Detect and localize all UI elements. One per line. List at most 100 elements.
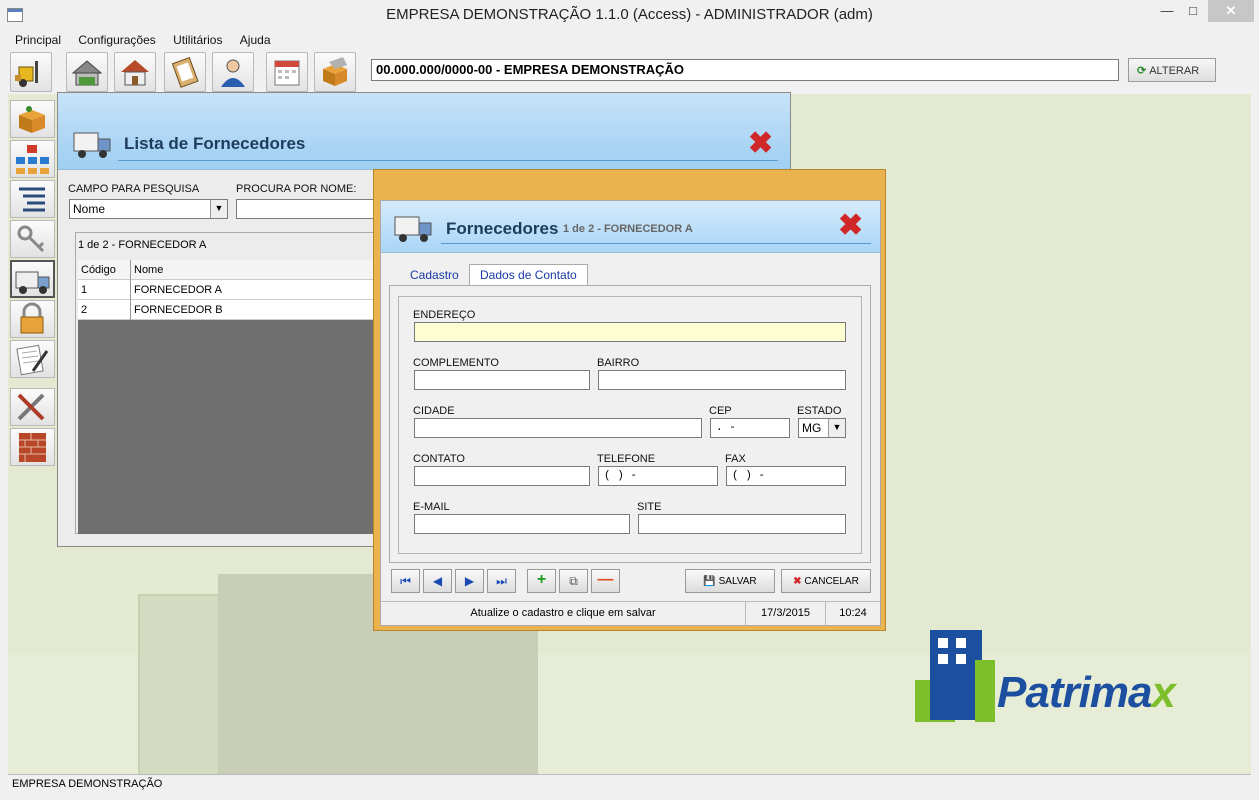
- table-header: Código Nome: [78, 260, 374, 280]
- maximize-button[interactable]: □: [1182, 0, 1204, 22]
- site-input[interactable]: [638, 514, 846, 534]
- estado-select[interactable]: MG ▼: [798, 418, 846, 438]
- documents-button[interactable]: [10, 340, 55, 378]
- save-button[interactable]: 💾 SALVAR: [685, 569, 775, 593]
- menu-utilitarios[interactable]: Utilitários: [166, 31, 229, 49]
- keys-button[interactable]: [10, 220, 55, 258]
- add-record-button[interactable]: +: [527, 569, 556, 593]
- padlock-icon: [20, 302, 44, 334]
- clipboard-button[interactable]: [164, 52, 206, 92]
- tab-dados-contato[interactable]: Dados de Contato: [469, 264, 588, 286]
- lista-close-icon[interactable]: ✖: [748, 129, 773, 159]
- endereco-input[interactable]: [414, 322, 846, 342]
- calendar-button[interactable]: [266, 52, 308, 92]
- minimize-button[interactable]: —: [1156, 0, 1178, 22]
- tab-cadastro[interactable]: Cadastro: [400, 265, 469, 285]
- first-record-button[interactable]: ⏮: [391, 569, 420, 593]
- bairro-input[interactable]: [598, 370, 846, 390]
- close-button[interactable]: ✕: [1208, 0, 1254, 22]
- endereco-label: ENDEREÇO: [413, 309, 476, 321]
- procura-input[interactable]: [236, 199, 376, 219]
- minus-icon: —: [597, 571, 614, 588]
- table-row[interactable]: 2 FORNECEDOR B: [78, 300, 374, 320]
- security-button[interactable]: [10, 300, 55, 338]
- email-label: E-MAIL: [413, 501, 450, 513]
- forklift-button[interactable]: [10, 52, 52, 92]
- menu-configuracoes[interactable]: Configurações: [71, 31, 162, 49]
- plus-icon: +: [536, 571, 547, 588]
- lista-title: Lista de Fornecedores: [124, 134, 306, 153]
- brick-wall-icon: [19, 433, 46, 462]
- fornecedores-header: Fornecedores 1 de 2 - FORNECEDOR A ✖: [381, 201, 880, 253]
- cancel-button[interactable]: ✖ CANCELAR: [781, 569, 871, 593]
- clipboard-icon: [171, 57, 199, 88]
- title-underline: [118, 160, 778, 161]
- contato-input[interactable]: [414, 466, 590, 486]
- chevron-down-icon: ▼: [828, 419, 845, 437]
- cidade-input[interactable]: [414, 418, 702, 438]
- cep-input[interactable]: . -: [710, 418, 790, 438]
- last-icon: ⏭: [496, 574, 507, 588]
- cidade-label: CIDADE: [413, 405, 455, 417]
- fornecedores-subtitle: 1 de 2 - FORNECEDOR A: [563, 223, 693, 235]
- company-field[interactable]: 00.000.000/0000-00 - EMPRESA DEMONSTRAÇÃ…: [371, 59, 1119, 81]
- telefone-input[interactable]: ( ) -: [598, 466, 718, 486]
- status-date: 17/3/2015: [745, 602, 825, 626]
- warehouse-button[interactable]: [66, 52, 108, 92]
- complemento-input[interactable]: [414, 370, 590, 390]
- campo-label: CAMPO PARA PESQUISA: [68, 183, 200, 195]
- exit-button[interactable]: [10, 428, 55, 466]
- next-record-button[interactable]: ▶: [455, 569, 484, 593]
- sidebar: [8, 94, 57, 474]
- delete-record-button[interactable]: —: [591, 569, 620, 593]
- estado-label: ESTADO: [797, 405, 842, 417]
- tools-icon: [17, 393, 45, 421]
- save-icon: 💾: [703, 576, 719, 587]
- menu-ajuda[interactable]: Ajuda: [233, 31, 278, 49]
- refresh-icon: ⟳: [1137, 65, 1147, 77]
- home-button[interactable]: [114, 52, 156, 92]
- cep-label: CEP: [709, 405, 732, 417]
- suppliers-button[interactable]: [10, 260, 55, 298]
- record-navigation: ⏮ ◀ ▶ ⏭ + ⧉ — 💾 SALVAR ✖ CANCELAR: [387, 569, 875, 597]
- fax-input[interactable]: ( ) -: [726, 466, 846, 486]
- forklift-icon: [15, 61, 38, 87]
- contact-group: ENDEREÇO COMPLEMENTO BAIRRO CIDADE CEP .…: [398, 296, 862, 554]
- patrimax-logo: Patrimax: [915, 630, 1215, 730]
- previous-record-button[interactable]: ◀: [423, 569, 452, 593]
- title-underline: [441, 243, 871, 244]
- products-button[interactable]: [10, 100, 55, 138]
- structure-button[interactable]: [10, 140, 55, 178]
- procura-label: PROCURA POR NOME:: [236, 183, 357, 195]
- status-text: EMPRESA DEMONSTRAÇÃO: [12, 778, 163, 790]
- tools-button[interactable]: [10, 388, 55, 426]
- bairro-label: BAIRRO: [597, 357, 640, 369]
- lista-header: Lista de Fornecedores ✖: [58, 93, 790, 170]
- alterar-button[interactable]: ⟳ ALTERAR: [1128, 58, 1216, 82]
- menu-principal[interactable]: Principal: [8, 31, 68, 49]
- truck-icon: [73, 132, 111, 158]
- table-row[interactable]: 1 FORNECEDOR A: [78, 280, 374, 300]
- warehouse-icon: [71, 60, 103, 86]
- previous-icon: ◀: [432, 574, 443, 588]
- header-codigo[interactable]: Código: [81, 264, 116, 276]
- tree-list-icon: [19, 187, 45, 212]
- logo-building: [975, 660, 995, 722]
- list-button[interactable]: [10, 180, 55, 218]
- next-icon: ▶: [464, 574, 475, 588]
- copy-record-button[interactable]: ⧉: [559, 569, 588, 593]
- last-record-button[interactable]: ⏭: [487, 569, 516, 593]
- telefone-label: TELEFONE: [597, 453, 656, 465]
- cancel-label: CANCELAR: [804, 576, 859, 587]
- toolbar: 00.000.000/0000-00 - EMPRESA DEMONSTRAÇÃ…: [8, 50, 1251, 94]
- box-button[interactable]: [314, 52, 356, 92]
- campo-value: Nome: [73, 202, 106, 216]
- email-input[interactable]: [414, 514, 630, 534]
- key-icon: [17, 225, 45, 253]
- header-nome[interactable]: Nome: [134, 264, 163, 276]
- results-grid: 1 de 2 - FORNECEDOR A Código Nome 1 FORNEC…: [75, 232, 375, 534]
- user-button[interactable]: [212, 52, 254, 92]
- fornecedores-close-icon[interactable]: ✖: [838, 211, 863, 241]
- campo-select[interactable]: Nome ▼: [69, 199, 228, 219]
- truck-icon: [394, 216, 432, 242]
